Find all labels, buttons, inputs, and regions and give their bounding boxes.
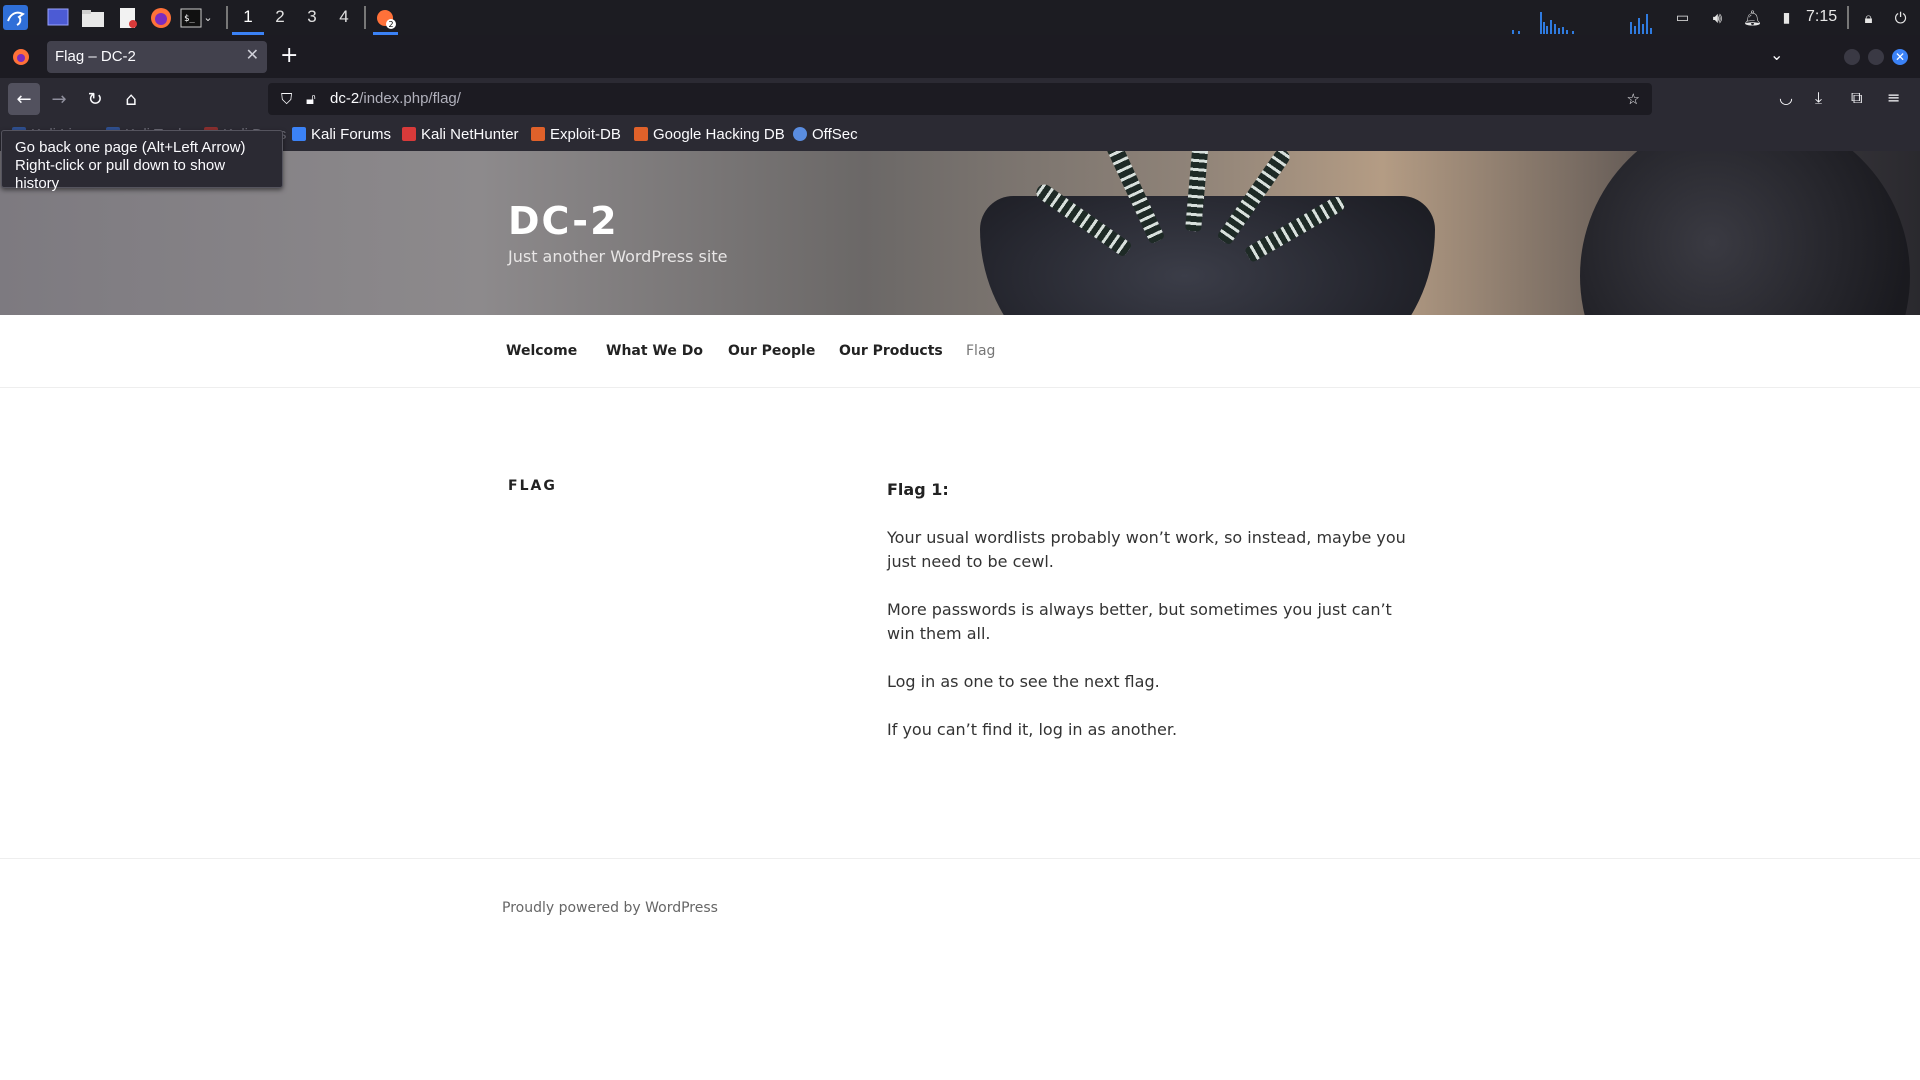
decorative-sphere [1580,151,1910,315]
offsec-icon [793,127,807,141]
lock-icon[interactable]: 🔓︎ [306,90,316,108]
back-button-tooltip: Go back one page (Alt+Left Arrow) Right-… [1,130,283,192]
kali-forums-icon [292,127,306,141]
nethunter-icon [402,127,416,141]
bookmark-star-icon[interactable]: ☆ [1627,90,1640,108]
page-title: FLAG [508,478,557,494]
shield-icon[interactable]: ⛉ [281,90,292,108]
footer-powered-by-link[interactable]: Proudly powered by WordPress [502,900,718,916]
clock[interactable]: 7:15 [1806,0,1837,35]
workspace-2[interactable]: 2 [264,0,296,35]
content-paragraph: Log in as one to see the next flag. [887,672,1160,691]
bookmark-kali-forums[interactable]: Kali Forums [292,126,391,143]
menu-item-our-products[interactable]: Our Products [839,343,943,359]
menu-icon[interactable]: ≡ [1887,88,1900,107]
menu-item-welcome[interactable]: Welcome [506,343,577,359]
menu-item-our-people[interactable]: Our People [728,343,815,359]
forward-button[interactable]: → [43,83,75,115]
menu-item-what-we-do[interactable]: What We Do [606,343,703,359]
firefox-window-icon[interactable]: 2 [373,5,398,35]
tab-strip: Flag – DC-2 ✕ + ⌄ ✕ [0,35,1920,78]
tab-title: Flag – DC-2 [55,48,136,65]
battery-icon[interactable]: ▮ [1774,5,1799,30]
terminal-icon[interactable]: $_ [178,5,203,30]
exploit-db-icon [531,127,545,141]
lock-icon[interactable]: 🔒︎ [1856,5,1881,30]
tab-flag-dc2[interactable]: Flag – DC-2 ✕ [47,41,267,73]
home-button[interactable]: ⌂ [115,83,147,115]
svg-text:2: 2 [388,20,393,29]
minimize-button[interactable] [1844,49,1860,65]
workspace-1[interactable]: 1 [232,0,264,35]
display-icon[interactable]: ▭ [1670,5,1695,30]
bookmarks-toolbar: Kali Linux Kali Tools Kali Docs Kali For… [0,120,1920,151]
ghdb-icon [634,127,648,141]
reload-button[interactable]: ↻ [79,83,111,115]
taskbar: $_ ⌄ 1 2 3 4 2 ▭ 🔊︎ 🔔︎ ▮ 7:15 🔒︎ ⏻ [0,0,1920,35]
site-description: Just another WordPress site [508,247,728,266]
site-title[interactable]: DC-2 [508,199,619,243]
chevron-down-icon[interactable]: ⌄ [201,5,215,30]
network-graph-icon [1512,12,1652,34]
workspace-4[interactable]: 4 [328,0,360,35]
kali-menu-icon[interactable] [3,5,28,30]
bookmark-kali-nethunter[interactable]: Kali NetHunter [402,126,519,143]
bookmark-exploit-db[interactable]: Exploit-DB [531,126,621,143]
flag-heading: Flag 1: [887,480,949,499]
window-close-button[interactable]: ✕ [1892,49,1908,65]
tooltip-line-1: Go back one page (Alt+Left Arrow) [15,139,246,156]
site-header-image: DC-2 Just another WordPress site [0,151,1920,315]
content-paragraph: More passwords is always better, but som… [887,600,1392,643]
url-bar[interactable]: ⛉ 🔓︎ dc-2/index.php/flag/ ☆ [268,83,1652,115]
tooltip-line-2: Right-click or pull down to show history [15,157,226,192]
navigation-toolbar: ← → ↻ ⌂ ⛉ 🔓︎ dc-2/index.php/flag/ ☆ ◡ ⤓ … [0,78,1920,120]
pocket-icon[interactable]: ◡ [1779,88,1793,107]
site-navigation: Welcome What We Do Our People Our Produc… [0,315,1920,388]
content-paragraph: Your usual wordlists probably won’t work… [887,528,1406,571]
maximize-button[interactable] [1868,49,1884,65]
taskbar-separator [1847,6,1849,29]
url-text[interactable]: dc-2/index.php/flag/ [330,90,461,107]
firefox-icon[interactable] [148,5,173,30]
new-tab-button[interactable]: + [280,43,298,68]
menu-item-flag[interactable]: Flag [966,343,995,359]
entry-content: Flag 1: Your usual wordlists probably wo… [887,478,1407,766]
taskbar-separator [364,6,366,29]
text-editor-icon[interactable] [115,5,140,30]
downloads-icon[interactable]: ⤓ [1815,88,1822,108]
taskbar-separator [226,6,228,29]
back-button[interactable]: ← [8,83,40,115]
svg-text:$_: $_ [184,14,195,24]
file-manager-icon[interactable] [80,5,105,30]
list-all-tabs-icon[interactable]: ⌄ [1770,45,1783,64]
content-paragraph: If you can’t find it, log in as another. [887,720,1178,739]
bookmark-google-hacking-db[interactable]: Google Hacking DB [634,126,785,143]
workspace-3[interactable]: 3 [296,0,328,35]
volume-icon[interactable]: 🔊︎ [1705,5,1730,30]
firefox-view-icon[interactable] [8,44,33,69]
close-icon[interactable]: ✕ [246,45,259,64]
bookmark-offsec[interactable]: OffSec [793,126,858,143]
power-icon[interactable]: ⏻ [1888,5,1913,30]
plant-pot [980,196,1435,315]
extensions-icon[interactable]: ⧉ [1851,88,1862,108]
footer-divider [0,858,1920,859]
desktop-icon[interactable] [45,5,70,30]
notification-bell-icon[interactable]: 🔔︎ [1740,5,1765,30]
